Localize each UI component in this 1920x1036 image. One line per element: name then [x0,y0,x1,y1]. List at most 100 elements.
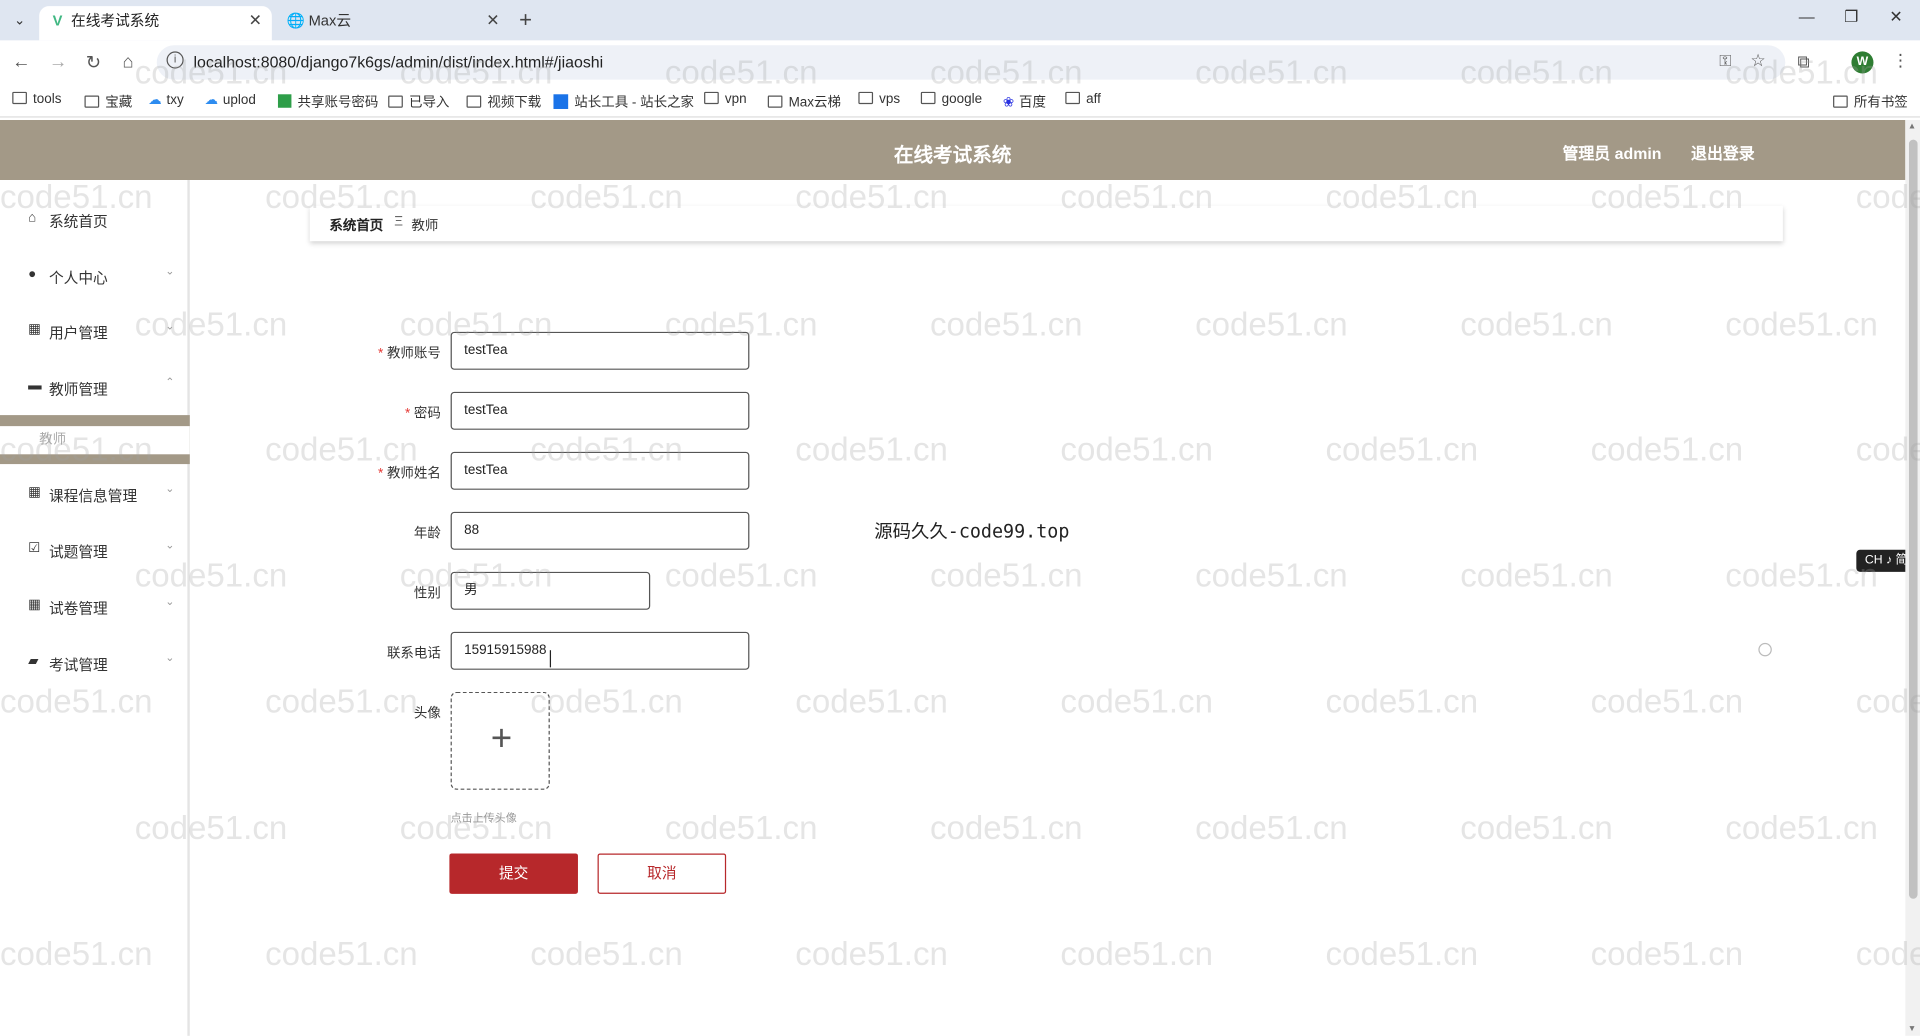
app-header: 在线考试系统 管理员 admin 退出登录 [0,120,1906,181]
bookmark-folder[interactable]: 视频下载 [466,92,541,112]
avatar-label: 头像 [413,706,441,722]
scroll-down-icon[interactable]: ▼ [1908,1025,1916,1034]
bookmark-folder[interactable]: 宝藏 [84,92,132,112]
sheet-icon [277,94,292,108]
folder-icon [466,95,482,108]
phone-field[interactable]: 15915915988 [450,631,750,670]
tab-search-dropdown-icon[interactable]: ⌄ [7,9,31,33]
window-close-icon[interactable]: ✕ [1889,7,1902,27]
sidebar-item-user-management[interactable]: ▦ 用户管理 ⌄ [0,313,187,350]
grid-icon: ▦ [28,484,41,500]
plus-icon: + [490,718,513,760]
phone-label: 联系电话 [386,646,441,662]
gender-label: 性别 [413,586,441,602]
bookmark-folder[interactable]: google [920,91,982,107]
checklist-icon: ☑ [28,541,41,556]
password-field[interactable]: testTea [450,391,750,430]
watermark-text: code51.cn [1195,557,1348,594]
close-tab-icon[interactable]: ✕ [249,6,262,35]
avatar-upload-hint: 点击上传头像 [450,811,517,825]
globe-icon: 🌐 [286,12,305,30]
logout-button[interactable]: 退出登录 [1691,141,1755,164]
submit-button[interactable]: 提交 [449,853,578,894]
folder-icon [1065,91,1081,105]
sidebar-item-question-management[interactable]: ☑ 试题管理 ⌄ [0,533,187,570]
watermark-text: code51.cn [1590,431,1744,468]
password-key-icon[interactable]: ⚿ [1719,51,1731,71]
watermark-text: code51.cn [1725,809,1878,847]
bookmark-item[interactable]: 站长工具 - 站长之家 [553,92,694,112]
forward-icon[interactable]: → [49,51,67,72]
avatar-upload[interactable]: + [450,691,550,790]
scrollbar-thumb[interactable] [1908,139,1918,899]
sidebar-item-teacher-management[interactable]: ▬ 教师管理 ⌃ [0,370,187,407]
watermark-text: code51.cn [1195,809,1348,847]
watermark-text: code51.cn [795,935,948,973]
browser-tab[interactable]: 🌐 Max云 ✕ [277,6,510,40]
watermark-text: code51.cn [1060,431,1213,468]
breadcrumb-home[interactable]: 系统首页 [329,216,383,236]
bookmark-folder[interactable]: vps [858,91,900,107]
briefcase-icon: ▰ [28,653,39,669]
required-mark: * [378,466,384,482]
name-field[interactable]: testTea [450,451,750,490]
bookmark-item[interactable]: 共享账号密码 [277,92,378,112]
watermark-text: code51.cn [795,431,948,468]
sidebar-item-exam-management[interactable]: ▰ 考试管理 ⌄ [0,645,187,682]
site-info-icon[interactable]: i [166,51,184,69]
sidebar-item-label: 个人中心 [48,269,108,287]
browser-menu-icon[interactable]: ⋮ [1892,50,1909,71]
bookmark-folder[interactable]: aff [1065,91,1101,107]
all-bookmarks[interactable]: 所有书签 [1833,92,1908,112]
browser-tab-active[interactable]: V 在线考试系统 ✕ [39,6,272,41]
sidebar-item-label: 系统首页 [48,213,108,231]
grid-icon: ▦ [28,322,41,337]
back-icon[interactable]: ← [12,51,30,72]
bookmark-item[interactable]: ☁ uplod [204,92,255,108]
watermark-text: code51.cn [1195,306,1348,343]
bookmark-star-icon[interactable]: ☆ [1750,50,1765,71]
close-tab-icon[interactable]: ✕ [486,6,499,35]
new-tab-button[interactable]: + [519,6,532,33]
bookmark-item[interactable]: ☁ txy [148,92,184,108]
bookmark-folder[interactable]: 已导入 [388,92,449,112]
sidebar-item-home[interactable]: ⌂ 系统首页 [0,202,187,239]
chevron-down-icon: ⌄ [165,595,175,608]
extensions-icon[interactable]: ⧉ [1798,51,1810,72]
bookmark-folder[interactable]: vpn [704,91,747,107]
watermark-text: code51.cn [1325,431,1479,468]
folder-icon [704,91,719,105]
sidebar-item-personal-center[interactable]: ● 个人中心 ⌄ [0,258,187,295]
gender-select[interactable]: 男 [450,571,651,610]
cloud-icon: ☁ [148,93,162,108]
chevron-down-icon: ⌄ [165,264,175,277]
chevron-down-icon: ⌄ [165,538,175,552]
watermark-text: code51.cn [1725,306,1878,343]
minimize-icon[interactable]: — [1799,7,1815,25]
age-field[interactable]: 88 [450,511,750,550]
home-browser-icon[interactable]: ⌂ [122,51,133,72]
sidebar-item-label: 考试管理 [48,656,108,674]
sidebar-subitem-teacher[interactable]: 教师 [0,426,190,455]
watermark-text: code51.cn [1460,809,1613,847]
sidebar-item-paper-management[interactable]: ▦ 试卷管理 ⌄ [0,589,187,626]
breadcrumb-current: 教师 [411,219,439,234]
tool-site-icon [553,94,569,109]
sidebar-item-label: 教师管理 [48,380,108,398]
sidebar-item-course-management[interactable]: ▦ 课程信息管理 ⌄ [0,476,187,513]
restore-icon[interactable]: ❐ [1844,7,1858,27]
floating-circle-icon[interactable] [1758,642,1772,657]
current-user: 管理员 admin [1562,144,1662,163]
account-field[interactable]: testTea [450,331,750,370]
reload-icon[interactable]: ↻ [86,51,101,74]
bookmark-folder[interactable]: Max云梯 [767,92,841,112]
bookmark-folder[interactable]: tools [12,91,62,107]
bookmark-item[interactable]: ❀ 百度 [1003,92,1046,112]
page-scrollbar[interactable]: ▲ ▼ [1905,120,1920,1036]
cancel-button[interactable]: 取消 [597,853,727,894]
scroll-up-icon[interactable]: ▲ [1908,122,1916,131]
vue-logo-icon: V [52,12,63,30]
profile-avatar[interactable]: W [1851,51,1874,74]
address-bar[interactable]: i localhost:8080/django7k6gs/admin/dist/… [156,45,1786,80]
url-text[interactable]: localhost:8080/django7k6gs/admin/dist/in… [193,53,603,71]
